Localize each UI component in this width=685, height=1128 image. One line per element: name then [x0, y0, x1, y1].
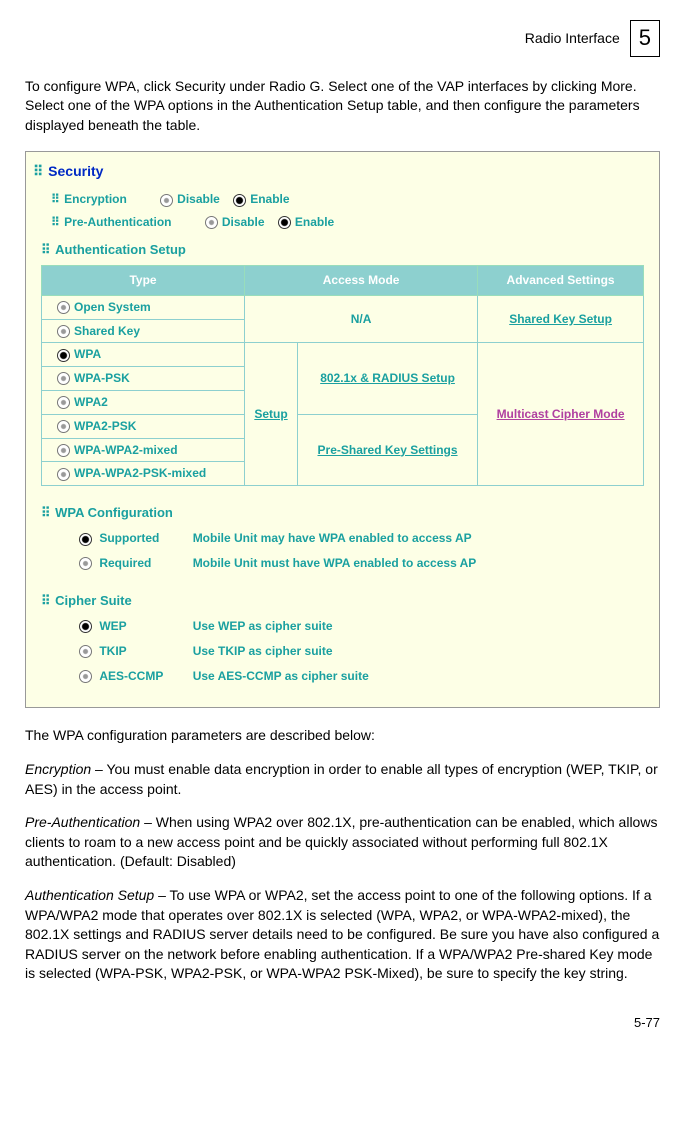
bullet-icon: ⠿ — [41, 242, 50, 257]
desc-intro: The WPA configuration parameters are des… — [25, 726, 660, 746]
preauth-label: Pre-Authentication — [64, 215, 171, 229]
cipher-heading: ⠿ Cipher Suite — [41, 592, 644, 610]
table-row: WPA Setup 802.1x & RADIUS Setup Multicas… — [42, 343, 644, 367]
type-wpa-wpa2-mixed: WPA-WPA2-mixed — [42, 438, 245, 462]
bullet-icon: ⠿ — [41, 505, 50, 520]
encryption-paragraph: Encryption – You must enable data encryp… — [25, 760, 660, 799]
security-heading: ⠿ Security — [33, 162, 644, 182]
type-wpa-wpa2-psk-mixed: WPA-WPA2-PSK-mixed — [42, 462, 245, 486]
encryption-enable-radio[interactable] — [233, 194, 246, 207]
table-row: Open System N/A Shared Key Setup — [42, 295, 644, 319]
col-access-mode: Access Mode — [245, 265, 478, 295]
wpa-supported-label: Supported — [99, 530, 189, 547]
wpa-wpa2-mixed-radio[interactable] — [57, 444, 70, 457]
page-number: 5-77 — [25, 1014, 660, 1032]
cipher-wep-desc: Use WEP as cipher suite — [193, 619, 333, 633]
preauth-disable-label: Disable — [222, 215, 265, 229]
table-header-row: Type Access Mode Advanced Settings — [42, 265, 644, 295]
type-label: WPA2 — [74, 395, 108, 409]
wpa-config-heading: ⠿ WPA Configuration — [41, 504, 644, 522]
preauth-row: ⠿ Pre-Authentication Disable Enable — [51, 214, 644, 231]
shared-key-setup-link[interactable]: Shared Key Setup — [478, 295, 644, 343]
wpa-required-desc: Mobile Unit must have WPA enabled to acc… — [193, 556, 477, 570]
cipher-aes-radio[interactable] — [79, 670, 92, 683]
cipher-tkip-desc: Use TKIP as cipher suite — [193, 644, 333, 658]
wpa-config-label: WPA Configuration — [55, 505, 173, 520]
wpa-supported-radio[interactable] — [79, 533, 92, 546]
type-label: WPA-WPA2-PSK-mixed — [74, 466, 206, 480]
encryption-enable-label: Enable — [250, 192, 289, 206]
encryption-row: ⠿ Encryption Disable Enable — [51, 191, 644, 208]
bullet-icon: ⠿ — [41, 593, 50, 608]
wpa-required-radio[interactable] — [79, 557, 92, 570]
type-label: WPA-WPA2-mixed — [74, 443, 178, 457]
col-type: Type — [42, 265, 245, 295]
intro-paragraph: To configure WPA, click Security under R… — [25, 77, 660, 136]
wpa-supported-row: Supported Mobile Unit may have WPA enabl… — [69, 530, 644, 547]
auth-setup-table: Type Access Mode Advanced Settings Open … — [41, 265, 644, 486]
encryption-label: Encryption — [64, 192, 127, 206]
shared-key-radio[interactable] — [57, 325, 70, 338]
encryption-disable-radio[interactable] — [160, 194, 173, 207]
preauth-para-label: Pre-Authentication — [25, 814, 140, 830]
wpa2-psk-radio[interactable] — [57, 420, 70, 433]
cipher-tkip-row: TKIP Use TKIP as cipher suite — [69, 643, 644, 660]
type-label: WPA2-PSK — [74, 419, 136, 433]
wpa-required-label: Required — [99, 555, 189, 572]
cipher-tkip-label: TKIP — [99, 643, 189, 660]
cipher-label: Cipher Suite — [55, 593, 132, 608]
bullet-icon: ⠿ — [33, 163, 42, 179]
header-title: Radio Interface — [525, 29, 620, 49]
multicast-link[interactable]: Multicast Cipher Mode — [478, 343, 644, 486]
encryption-disable-label: Disable — [177, 192, 220, 206]
security-screenshot: ⠿ Security ⠿ Encryption Disable Enable ⠿… — [25, 151, 660, 709]
wpa-radio[interactable] — [57, 349, 70, 362]
preauth-paragraph: Pre-Authentication – When using WPA2 ove… — [25, 813, 660, 872]
cipher-aes-label: AES-CCMP — [99, 668, 189, 685]
type-wpa2-psk: WPA2-PSK — [42, 414, 245, 438]
type-open-system: Open System — [42, 295, 245, 319]
bullet-icon: ⠿ — [51, 215, 59, 229]
type-wpa2: WPA2 — [42, 390, 245, 414]
na-cell: N/A — [245, 295, 478, 343]
cipher-wep-label: WEP — [99, 618, 189, 635]
wpa-psk-radio[interactable] — [57, 372, 70, 385]
cipher-tkip-radio[interactable] — [79, 645, 92, 658]
col-adv-settings: Advanced Settings — [478, 265, 644, 295]
type-shared-key: Shared Key — [42, 319, 245, 343]
wpa-required-row: Required Mobile Unit must have WPA enabl… — [69, 555, 644, 572]
wpa-wpa2-psk-mixed-radio[interactable] — [57, 468, 70, 481]
cipher-wep-row: WEP Use WEP as cipher suite — [69, 618, 644, 635]
wpa2-radio[interactable] — [57, 396, 70, 409]
cipher-aes-row: AES-CCMP Use AES-CCMP as cipher suite — [69, 668, 644, 685]
encryption-para-label: Encryption — [25, 761, 91, 777]
encryption-para-text: – You must enable data encryption in ord… — [25, 761, 658, 797]
wpa-supported-desc: Mobile Unit may have WPA enabled to acce… — [193, 531, 472, 545]
preauth-disable-radio[interactable] — [205, 216, 218, 229]
authsetup-para-label: Authentication Setup — [25, 887, 154, 903]
type-label: Shared Key — [74, 324, 140, 338]
preauth-enable-radio[interactable] — [278, 216, 291, 229]
preauth-enable-label: Enable — [295, 215, 334, 229]
type-label: WPA-PSK — [74, 371, 130, 385]
authsetup-paragraph: Authentication Setup – To use WPA or WPA… — [25, 886, 660, 984]
cipher-aes-desc: Use AES-CCMP as cipher suite — [193, 669, 369, 683]
page-header: Radio Interface 5 — [25, 20, 660, 57]
type-label: WPA — [74, 347, 101, 361]
chapter-number: 5 — [630, 20, 660, 57]
cipher-wep-radio[interactable] — [79, 620, 92, 633]
security-heading-text: Security — [48, 163, 103, 179]
authsetup-label: Authentication Setup — [55, 242, 186, 257]
type-wpa-psk: WPA-PSK — [42, 367, 245, 391]
setup-link[interactable]: Setup — [245, 343, 298, 486]
type-wpa: WPA — [42, 343, 245, 367]
radius-setup-link[interactable]: 802.1x & RADIUS Setup — [297, 343, 477, 414]
open-system-radio[interactable] — [57, 301, 70, 314]
psk-settings-link[interactable]: Pre-Shared Key Settings — [297, 414, 477, 485]
authsetup-heading: ⠿ Authentication Setup — [41, 241, 644, 259]
bullet-icon: ⠿ — [51, 192, 59, 206]
type-label: Open System — [74, 300, 151, 314]
